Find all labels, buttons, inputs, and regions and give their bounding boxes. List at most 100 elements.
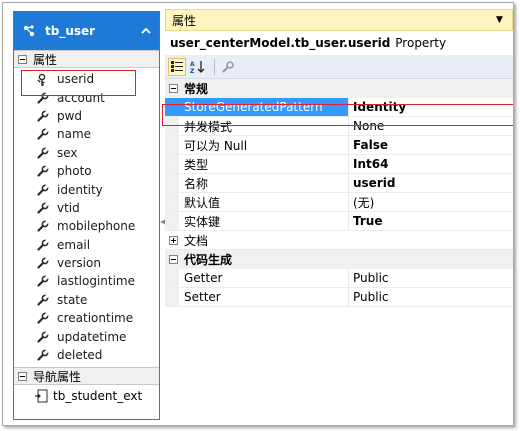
property-name-text: Setter [184, 290, 221, 304]
object-type: Property [395, 36, 447, 50]
entity-header[interactable]: tb_user [14, 12, 159, 50]
wrench-icon [37, 238, 50, 251]
entity-property-userid[interactable]: userid [14, 70, 159, 88]
svg-text:A: A [190, 61, 195, 68]
category-header[interactable]: 代码生成 [165, 250, 513, 269]
property-list: userid account pwd name sex photo identity vtid… [14, 68, 159, 364]
row-gutter [165, 98, 179, 116]
row-gutter [165, 117, 179, 135]
entity-property-deleted[interactable]: deleted [14, 346, 159, 364]
wrench-icon [37, 128, 50, 140]
property-value[interactable]: True [349, 212, 513, 231]
property-row[interactable]: StoreGeneratedPattern Identity [165, 98, 513, 117]
category-header[interactable]: 常规 [165, 79, 513, 98]
entity-property-photo[interactable]: photo [14, 162, 159, 180]
entity-property-email[interactable]: email [14, 236, 159, 254]
property-name-text: 实体键 [184, 214, 221, 229]
object-selector[interactable]: user_centerModel.tb_user.userid Property [165, 31, 513, 55]
wrench-icon [37, 348, 50, 361]
entity-property-label: name [57, 127, 92, 142]
property-value[interactable]: False [349, 136, 513, 155]
collapse-icon[interactable] [18, 54, 27, 64]
navigation-property-list: tb_student_ext [14, 385, 159, 407]
property-name: Getter [165, 269, 349, 288]
entity-shape[interactable]: tb_user 属性 userid account pwd name sex photo i… [13, 11, 160, 420]
row-gutter [165, 212, 179, 230]
property-name-text: 可以为 Null [184, 138, 248, 153]
property-row[interactable]: Setter Public [165, 288, 513, 307]
property-value[interactable]: Public [349, 269, 513, 288]
entity-property-label: account [57, 90, 105, 105]
nav-property-tb_student_ext[interactable]: tb_student_ext [14, 385, 159, 407]
entity-property-label: mobilephone [57, 219, 136, 234]
property-name: 并发模式 [165, 117, 349, 136]
categorized-icon[interactable] [168, 57, 186, 76]
collapse-icon[interactable] [169, 84, 178, 93]
nav-section-label: 导航属性 [33, 369, 82, 384]
entity-property-account[interactable]: account [14, 88, 159, 106]
property-row[interactable]: 默认值 (无) [165, 193, 513, 212]
entity-property-state[interactable]: state [14, 291, 159, 309]
property-name-text: 并发模式 [184, 119, 233, 134]
row-gutter [165, 174, 179, 192]
category-label: 代码生成 [184, 253, 233, 267]
property-value[interactable]: Int64 [349, 155, 513, 174]
entity-property-name[interactable]: name [14, 125, 159, 143]
entity-property-identity[interactable]: identity [14, 180, 159, 198]
row-gutter [165, 269, 179, 287]
entity-property-label: userid [57, 72, 95, 87]
entity-property-version[interactable]: version [14, 254, 159, 272]
wrench-icon [37, 257, 50, 269]
nav-property-label: tb_student_ext [53, 389, 143, 404]
property-value[interactable]: Public [349, 288, 513, 307]
entity-title: tb_user [45, 24, 96, 38]
expand-icon[interactable] [169, 235, 178, 245]
entity-property-lastlogintime[interactable]: lastlogintime [14, 272, 159, 290]
collapse-icon[interactable] [169, 255, 178, 264]
property-row[interactable]: 并发模式 None [165, 117, 513, 136]
entity-property-label: creationtime [57, 311, 134, 326]
properties-title: 属性 [172, 13, 197, 28]
property-row[interactable]: 实体键 True [165, 212, 513, 231]
collapsed-category-documentation[interactable]: 文档 [165, 231, 513, 250]
screenshot-frame: tb_user 属性 userid account pwd name sex photo i… [2, 2, 514, 426]
dropdown-arrow-icon[interactable]: ▼ [496, 15, 512, 25]
entity-property-vtid[interactable]: vtid [14, 199, 159, 217]
property-name-text: 名称 [184, 176, 209, 191]
entity-property-mobilephone[interactable]: mobilephone [14, 217, 159, 235]
wrench-icon [37, 312, 50, 324]
properties-toolbar: A Z [165, 55, 513, 79]
collapse-icon[interactable] [18, 371, 27, 381]
property-row[interactable]: 名称 userid [165, 174, 513, 193]
nav-section-header[interactable]: 导航属性 [14, 367, 159, 386]
property-row[interactable]: 可以为 Null False [165, 136, 513, 155]
property-pages-icon[interactable] [219, 58, 237, 76]
property-row[interactable]: 类型 Int64 [165, 155, 513, 174]
entity-property-pwd[interactable]: pwd [14, 107, 159, 125]
property-name-text: Getter [184, 271, 223, 285]
entity-property-creationtime[interactable]: creationtime [14, 309, 159, 327]
chevron-up-icon[interactable] [139, 24, 153, 38]
alphabetical-sort-icon[interactable]: A Z [189, 58, 207, 76]
entity-property-updatetime[interactable]: updatetime [14, 327, 159, 345]
property-row[interactable]: Getter Public [165, 269, 513, 288]
navigation-property-icon [34, 389, 48, 403]
entity-property-label: email [57, 237, 91, 252]
entity-property-sex[interactable]: sex [14, 144, 159, 162]
wrench-icon [37, 330, 50, 343]
property-value[interactable]: Identity [349, 98, 513, 117]
property-name: 可以为 Null [165, 136, 349, 155]
property-value[interactable]: None [349, 117, 513, 136]
property-value[interactable]: userid [349, 174, 513, 193]
row-gutter [165, 155, 179, 173]
property-value[interactable]: (无) [349, 193, 513, 212]
property-name-text: 默认值 [184, 195, 221, 210]
property-name: 默认值 [165, 193, 349, 212]
row-gutter [165, 193, 179, 211]
properties-section-header[interactable]: 属性 [14, 50, 159, 68]
object-name: user_centerModel.tb_user.userid [170, 36, 391, 50]
key-icon [37, 73, 49, 87]
properties-title-bar[interactable]: 属性 ▼ [165, 9, 513, 31]
wrench-icon [37, 165, 50, 177]
property-name: 类型 [165, 155, 349, 174]
